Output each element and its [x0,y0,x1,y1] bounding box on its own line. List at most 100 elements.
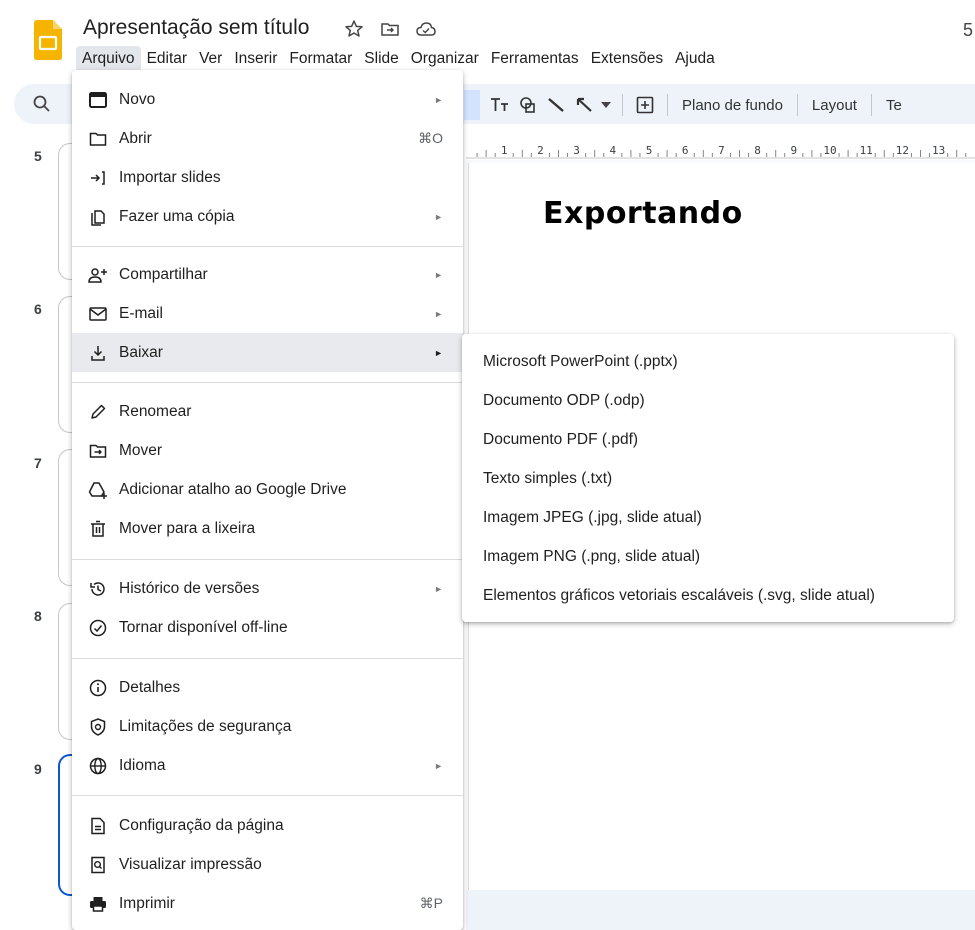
ruler-number: 9 [790,144,797,157]
menu-item-off-line[interactable]: Tornar disponível off-line [72,608,463,647]
download-pptx[interactable]: Microsoft PowerPoint (.pptx) [462,342,954,381]
download-odp[interactable]: Documento ODP (.odp) [462,381,954,420]
drive-shortcut-icon [88,480,108,500]
speaker-notes-bar[interactable] [466,890,975,930]
toolbar-divider [796,94,798,116]
pencil-icon [88,402,108,422]
download-pdf[interactable]: Documento PDF (.pdf) [462,420,954,459]
layout-button[interactable]: Layout [806,97,863,114]
menu-item-mover[interactable]: Mover [72,431,463,470]
menu-item-novo[interactable]: Novo ► [72,80,463,119]
menu-item-imprimir[interactable]: Imprimir ⌘P [72,884,463,923]
menu-formatar[interactable]: Formatar [283,46,358,72]
print-preview-icon [88,855,108,875]
slide-number: 6 [34,301,42,317]
toolbar-divider [622,94,623,116]
corner-truncated-text: 5 [963,20,974,40]
history-icon [88,579,108,599]
menu-divider [72,658,463,659]
ruler-number: 1 [501,144,508,157]
cloud-status-icon[interactable] [415,18,437,40]
toolbar-divider [667,94,668,116]
theme-button-truncated[interactable]: Te [880,97,908,114]
menu-item-visualizar-impressao[interactable]: Visualizar impressão [72,845,463,884]
menu-divider [72,559,463,560]
menu-item-renomear[interactable]: Renomear [72,392,463,431]
submenu-arrow-icon: ► [434,583,443,594]
copy-icon [88,207,108,227]
menu-item-limitacoes-seguranca[interactable]: Limitações de segurança [72,707,463,746]
slides-logo-icon[interactable] [34,20,62,60]
slide-number: 7 [34,455,42,471]
menu-divider [72,382,463,383]
globe-icon [88,756,108,776]
slide-number: 5 [34,148,42,164]
submenu-arrow-icon: ► [434,94,443,105]
share-person-icon [88,265,108,285]
trash-icon [88,519,108,539]
select-tool-highlight[interactable] [464,90,480,120]
ruler-number: 11 [860,144,873,157]
ruler-number: 3 [573,144,580,157]
folder-open-icon [88,129,108,149]
move-to-folder-icon[interactable] [379,18,401,40]
menu-item-historico-versoes[interactable]: Histórico de versões ► [72,569,463,608]
menu-item-configuracao-pagina[interactable]: Configuração da página [72,806,463,845]
menu-editar[interactable]: Editar [141,46,194,72]
new-slides-icon [88,90,108,110]
shapes-icon[interactable] [514,92,542,118]
menu-extensoes[interactable]: Extensões [585,46,669,72]
download-png[interactable]: Imagem PNG (.png, slide atual) [462,537,954,576]
ruler-number: 2 [537,144,544,157]
ruler-number: 10 [823,144,836,157]
download-jpg[interactable]: Imagem JPEG (.jpg, slide atual) [462,498,954,537]
new-comment-icon[interactable] [631,92,659,118]
background-button[interactable]: Plano de fundo [676,97,789,114]
page-setup-icon [88,816,108,836]
menu-item-abrir[interactable]: Abrir ⌘O [72,119,463,158]
menu-ver[interactable]: Ver [193,46,228,72]
line-icon[interactable] [542,92,570,118]
menu-organizar[interactable]: Organizar [405,46,485,72]
search-menus-icon[interactable] [30,92,54,116]
menu-inserir[interactable]: Inserir [228,46,283,72]
arrow-icon[interactable] [570,92,598,118]
toolbar-divider [870,94,872,116]
file-menu: Novo ► Abrir ⌘O Importar slides Fazer um… [72,70,463,930]
shortcut-label: ⌘P [419,895,443,911]
menu-arquivo[interactable]: Arquivo [76,46,141,72]
download-txt[interactable]: Texto simples (.txt) [462,459,954,498]
menu-item-fazer-copia[interactable]: Fazer uma cópia ► [72,197,463,236]
text-box-icon[interactable] [486,92,514,118]
move-folder-icon [88,441,108,461]
horizontal-ruler: 1 2 3 4 5 6 7 8 9 10 11 12 13 [466,140,975,160]
ruler-number: 4 [609,144,616,157]
menu-slide[interactable]: Slide [358,46,404,72]
download-svg[interactable]: Elementos gráficos vetoriais escaláveis … [462,576,954,615]
menu-item-idioma[interactable]: Idioma ► [72,746,463,785]
menu-ferramentas[interactable]: Ferramentas [485,46,585,72]
menu-item-baixar[interactable]: Baixar ► [72,333,463,372]
menu-item-adicionar-atalho[interactable]: Adicionar atalho ao Google Drive [72,470,463,509]
submenu-arrow-icon: ► [434,211,443,222]
menu-item-importar-slides[interactable]: Importar slides [72,158,463,197]
slide-number: 9 [34,761,42,777]
menu-divider [72,246,463,247]
star-icon[interactable] [343,18,365,40]
menu-ajuda[interactable]: Ajuda [669,46,721,72]
submenu-arrow-icon: ► [434,269,443,280]
menu-item-detalhes[interactable]: Detalhes [72,668,463,707]
slide-number: 8 [34,608,42,624]
dropdown-icon[interactable] [598,92,614,118]
menu-item-mover-lixeira[interactable]: Mover para a lixeira [72,509,463,548]
slide-heading[interactable]: Exportando [543,196,743,231]
download-icon [88,343,108,363]
offline-icon [88,618,108,638]
document-title[interactable]: Apresentação sem título [83,16,309,40]
ruler-number: 7 [718,144,725,157]
import-icon [88,168,108,188]
menu-item-compartilhar[interactable]: Compartilhar ► [72,255,463,294]
menu-item-email[interactable]: E-mail ► [72,294,463,333]
email-icon [88,304,108,324]
security-shield-icon [88,717,108,737]
